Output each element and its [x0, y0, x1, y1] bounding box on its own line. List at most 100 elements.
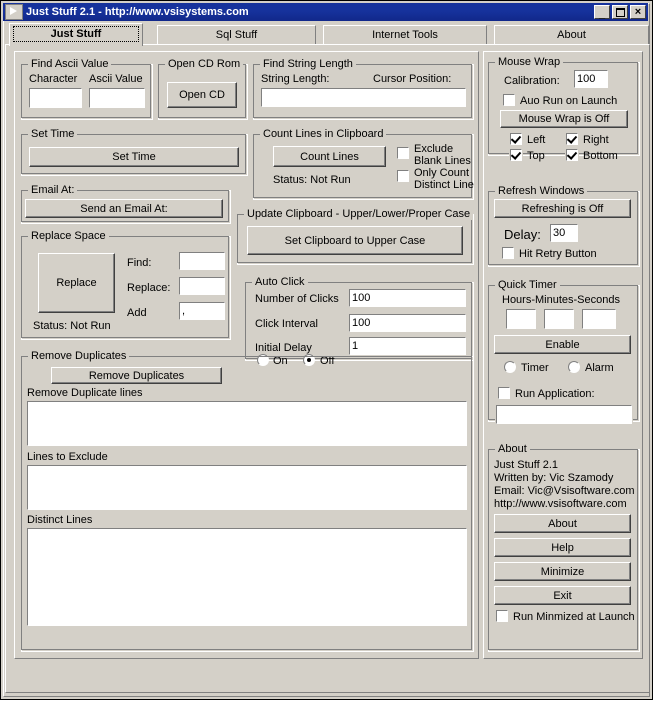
group-find-string-length: Find String Length String Length: Cursor… — [253, 58, 474, 120]
tab-just-stuff-label: Just Stuff — [50, 28, 102, 40]
exclude-blank-lines-checkbox[interactable] — [396, 146, 410, 160]
about-website: http://www.vsisoftware.com — [494, 498, 627, 510]
add-label: Add — [127, 307, 147, 319]
mouse-wrap-left-label: Left — [527, 134, 546, 146]
tab-internet-tools[interactable]: Internet Tools — [323, 25, 487, 45]
open-cd-button-label: Open CD — [179, 89, 225, 101]
mouse-wrap-left-checkbox[interactable] — [509, 132, 523, 146]
application-window: Just Stuff 2.1 - http://www.vsisystems.c… — [0, 0, 653, 700]
minimize-button[interactable]: _ — [594, 5, 610, 20]
group-caption: Remove Duplicates — [28, 350, 130, 362]
minimize-app-button[interactable]: Minimize — [494, 562, 631, 581]
group-caption: Auto Click — [252, 276, 308, 288]
lines-to-exclude-textarea[interactable] — [26, 464, 468, 511]
count-lines-status: Status: Not Run — [273, 174, 351, 186]
window-title: Just Stuff 2.1 - http://www.vsisystems.c… — [26, 6, 249, 18]
click-interval-input[interactable]: 100 — [348, 313, 467, 333]
run-application-label: Run Application: — [515, 388, 595, 400]
right-main-panel: Mouse Wrap Calibration: 100 Auo Run on L… — [483, 51, 643, 659]
mouse-wrap-bottom-label: Bottom — [583, 150, 618, 162]
timer-enable-label: Enable — [545, 338, 580, 351]
click-interval-label: Click Interval — [255, 318, 318, 330]
distinct-lines-textarea[interactable] — [26, 527, 468, 627]
help-button[interactable]: Help — [494, 538, 631, 557]
tab-sql-stuff[interactable]: Sql Stuff — [157, 25, 316, 45]
remove-duplicate-lines-label: Remove Duplicate lines — [27, 387, 143, 399]
ascii-value-label: Ascii Value — [89, 73, 143, 85]
run-minimized-label: Run Minmized at Launch — [513, 611, 635, 623]
character-input[interactable] — [28, 87, 83, 109]
tab-about[interactable]: About — [494, 25, 649, 45]
send-email-button[interactable]: Send an Email At: — [25, 199, 223, 218]
hours-input[interactable] — [505, 308, 537, 330]
number-of-clicks-input[interactable]: 100 — [348, 288, 467, 308]
add-input[interactable]: , — [178, 301, 226, 321]
set-time-button[interactable]: Set Time — [29, 147, 239, 167]
timer-enable-button[interactable]: Enable — [494, 335, 631, 354]
exit-button[interactable]: Exit — [494, 586, 631, 605]
mouse-wrap-right-checkbox[interactable] — [565, 132, 579, 146]
alarm-radio[interactable] — [568, 361, 580, 373]
calibration-label: Calibration: — [504, 75, 560, 87]
mouse-wrap-top-label: Top — [527, 150, 545, 162]
about-button[interactable]: About — [494, 514, 631, 533]
only-distinct-lines-checkbox[interactable] — [396, 169, 410, 183]
calibration-input[interactable]: 100 — [573, 69, 609, 89]
string-length-input[interactable] — [260, 87, 467, 108]
find-input[interactable] — [178, 251, 226, 271]
refresh-toggle-button[interactable]: Refreshing is Off — [494, 199, 631, 218]
group-count-lines-clipboard: Count Lines in Clipboard Count Lines Sta… — [253, 128, 474, 200]
play-triangle-icon — [5, 4, 23, 20]
mouse-wrap-toggle-label: Mouse Wrap is Off — [518, 113, 610, 125]
left-main-panel: Find Ascii Value Character Ascii Value O… — [14, 51, 479, 659]
ascii-value-input[interactable] — [88, 87, 146, 109]
group-remove-duplicates: Remove Duplicates Remove Duplicates Remo… — [21, 350, 474, 652]
auto-run-on-launch-checkbox[interactable] — [502, 93, 516, 107]
replace-button-label: Replace — [56, 277, 97, 289]
replace-label: Replace: — [127, 282, 171, 294]
maximize-button[interactable] — [612, 5, 628, 19]
count-lines-button[interactable]: Count Lines — [273, 146, 386, 167]
count-lines-button-label: Count Lines — [300, 150, 359, 163]
tab-just-stuff[interactable]: Just Stuff — [9, 23, 143, 46]
hit-retry-button-checkbox[interactable] — [501, 246, 515, 260]
group-caption: Open CD Rom — [165, 58, 244, 70]
about-button-label: About — [548, 517, 577, 530]
replace-button[interactable]: Replace — [38, 253, 115, 313]
open-cd-button[interactable]: Open CD — [167, 82, 237, 108]
mouse-wrap-top-checkbox[interactable] — [509, 148, 523, 162]
replace-status: Status: Not Run — [33, 320, 111, 332]
character-label: Character — [29, 73, 78, 85]
tab-about-label: About — [557, 29, 586, 41]
refresh-delay-input[interactable]: 30 — [549, 223, 579, 243]
title-bar[interactable]: Just Stuff 2.1 - http://www.vsisystems.c… — [3, 3, 648, 21]
group-open-cd-rom: Open CD Rom Open CD — [158, 58, 248, 120]
only-distinct-lines-label: Only Count Distinct Line — [414, 167, 474, 191]
close-button[interactable]: × — [630, 5, 646, 19]
remove-duplicates-button[interactable]: Remove Duplicates — [51, 367, 222, 384]
group-about: About Just Stuff 2.1 Written by: Vic Sza… — [488, 443, 640, 652]
group-quick-timer: Quick Timer Hours-Minutes-Seconds Enable… — [488, 279, 640, 425]
run-minimized-checkbox[interactable] — [495, 609, 509, 623]
run-application-checkbox[interactable] — [497, 386, 511, 400]
replace-input[interactable] — [178, 276, 226, 296]
mouse-wrap-toggle-button[interactable]: Mouse Wrap is Off — [500, 110, 628, 128]
group-set-time: Set Time Set Time — [21, 128, 248, 176]
set-time-button-label: Set Time — [112, 151, 156, 163]
set-clipboard-upper-button[interactable]: Set Clipboard to Upper Case — [247, 226, 463, 255]
remove-duplicate-lines-textarea[interactable] — [26, 400, 468, 447]
group-caption: About — [495, 443, 530, 455]
group-caption: Find String Length — [260, 58, 356, 70]
run-application-input[interactable] — [495, 404, 633, 425]
minutes-input[interactable] — [543, 308, 575, 330]
tab-page-just-stuff: Find Ascii Value Character Ascii Value O… — [5, 44, 650, 693]
refresh-toggle-label: Refreshing is Off — [521, 202, 604, 215]
mouse-wrap-bottom-checkbox[interactable] — [565, 148, 579, 162]
seconds-input[interactable] — [581, 308, 617, 330]
hit-retry-button-label: Hit Retry Button — [519, 248, 597, 260]
tab-sql-stuff-label: Sql Stuff — [215, 29, 258, 41]
timer-radio[interactable] — [504, 361, 516, 373]
mouse-wrap-right-label: Right — [583, 134, 609, 146]
group-caption: Set Time — [28, 128, 78, 140]
group-caption: Update Clipboard - Upper/Lower/Proper Ca… — [244, 208, 474, 220]
